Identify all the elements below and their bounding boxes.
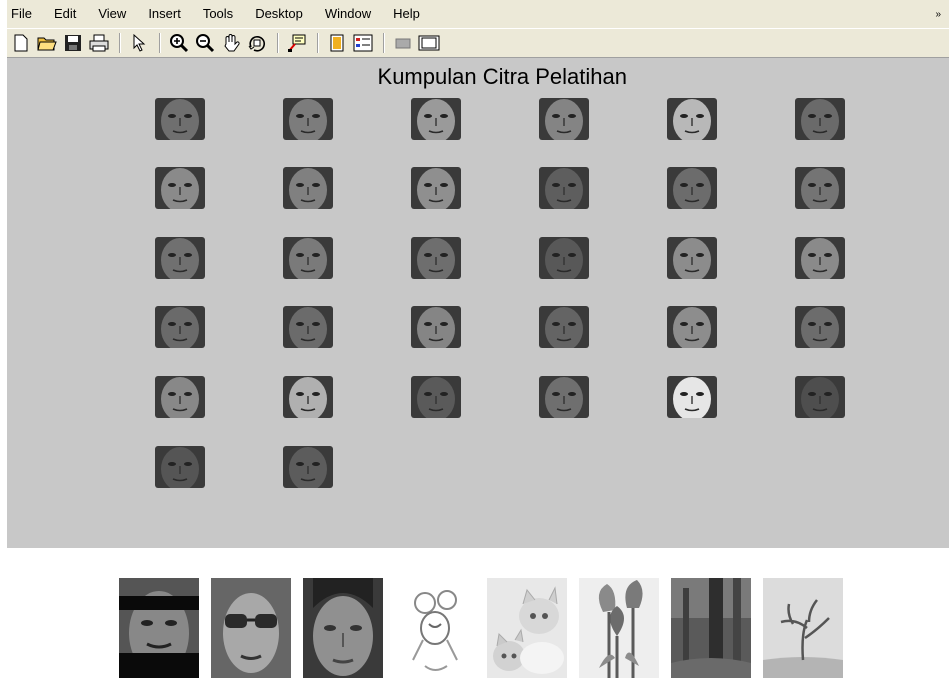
training-face-thumbnail [539,306,589,348]
training-face-thumbnail [411,237,461,279]
sample-image-tulips [579,578,659,678]
training-face-thumbnail [667,167,717,209]
zoom-out-icon[interactable] [193,31,217,55]
menu-desktop[interactable]: Desktop [244,0,314,28]
colorbar-icon[interactable] [325,31,349,55]
training-face-thumbnail [667,98,717,140]
training-face-thumbnail [539,167,589,209]
training-face-thumbnail [155,446,205,488]
training-face-thumbnail [411,167,461,209]
training-face-thumbnail [155,167,205,209]
new-figure-icon[interactable] [9,31,33,55]
print-icon[interactable] [87,31,111,55]
menu-window[interactable]: Window [314,0,382,28]
training-face-thumbnail [539,237,589,279]
training-face-thumbnail [155,376,205,418]
toolbar [7,28,949,58]
training-face-thumbnail [795,98,845,140]
toolbar-separator [383,33,385,53]
hide-plot-tools-icon[interactable] [391,31,415,55]
menu-overflow-icon[interactable]: » [935,9,949,20]
training-face-thumbnail [795,306,845,348]
menu-help[interactable]: Help [382,0,431,28]
sample-image-cartoon [395,578,475,678]
sample-image-forest [671,578,751,678]
training-face-thumbnail [667,237,717,279]
edit-plot-arrow-icon[interactable] [127,31,151,55]
sample-image-face-occluded [119,578,199,678]
training-face-thumbnail [155,306,205,348]
sample-image-face [303,578,383,678]
training-face-thumbnail [283,237,333,279]
menubar: File Edit View Insert Tools Desktop Wind… [7,0,949,28]
training-face-thumbnail [283,167,333,209]
training-face-thumbnail [667,376,717,418]
rotate-3d-icon[interactable] [245,31,269,55]
figure-title: Kumpulan Citra Pelatihan [377,64,627,89]
training-face-thumbnail [411,98,461,140]
menu-insert[interactable]: Insert [137,0,192,28]
data-cursor-icon[interactable] [285,31,309,55]
training-face-thumbnail [411,306,461,348]
legend-icon[interactable] [351,31,375,55]
training-face-thumbnail [539,376,589,418]
pan-hand-icon[interactable] [219,31,243,55]
training-face-thumbnail [795,376,845,418]
toolbar-separator [159,33,161,53]
sample-image-tree [763,578,843,678]
menu-view[interactable]: View [87,0,137,28]
save-icon[interactable] [61,31,85,55]
training-face-thumbnail [795,237,845,279]
training-face-thumbnail [283,306,333,348]
training-face-thumbnail [667,306,717,348]
training-face-thumbnail [283,446,333,488]
menu-tools[interactable]: Tools [192,0,244,28]
menu-file[interactable]: File [7,0,43,28]
zoom-in-icon[interactable] [167,31,191,55]
toolbar-separator [119,33,121,53]
toolbar-separator [277,33,279,53]
show-plot-tools-icon[interactable] [417,31,441,55]
training-face-thumbnail [283,376,333,418]
sample-image-kittens [487,578,567,678]
toolbar-separator [317,33,319,53]
training-face-thumbnail [795,167,845,209]
sample-image-face-sunglasses [211,578,291,678]
figure-window: File Edit View Insert Tools Desktop Wind… [7,0,949,548]
training-face-thumbnail [155,98,205,140]
training-face-thumbnail [283,98,333,140]
training-face-thumbnail [411,376,461,418]
training-face-thumbnail [539,98,589,140]
open-file-icon[interactable] [35,31,59,55]
training-face-thumbnail [155,237,205,279]
menu-edit[interactable]: Edit [43,0,87,28]
